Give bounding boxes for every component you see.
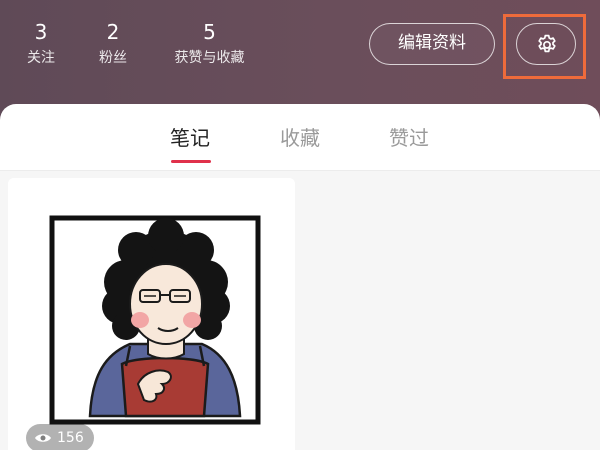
eye-icon: [35, 434, 51, 442]
content-sheet: 笔记 收藏 赞过 156: [0, 104, 600, 450]
fans-count: 2: [106, 20, 120, 44]
profile-stats: 3 关注 2 粉丝 5 获赞与收藏: [0, 18, 360, 88]
tab-bar: 笔记 收藏 赞过: [0, 104, 600, 171]
likes-count: 5: [203, 20, 216, 44]
stat-following[interactable]: 3 关注: [24, 18, 58, 68]
following-count: 3: [34, 20, 48, 44]
tab-liked[interactable]: 赞过: [389, 124, 429, 152]
gear-icon: [538, 34, 556, 53]
view-count: 156: [57, 430, 84, 446]
stat-likes-collects[interactable]: 5 获赞与收藏: [162, 18, 257, 68]
stat-fans[interactable]: 2 粉丝: [96, 18, 130, 68]
likes-label: 获赞与收藏: [174, 50, 245, 66]
tab-notes[interactable]: 笔记: [170, 124, 210, 152]
settings-button[interactable]: [516, 23, 576, 65]
active-tab-indicator: [171, 160, 211, 163]
profile-screen: 3 关注 2 粉丝 5 获赞与收藏 编辑资料 笔记 收藏 赞过 156: [0, 0, 600, 450]
note-cover-image: [8, 178, 295, 450]
note-card[interactable]: 156: [8, 178, 295, 450]
view-count-badge: 156: [26, 424, 94, 450]
tab-collections[interactable]: 收藏: [280, 124, 320, 152]
notes-feed: 156: [0, 171, 600, 450]
edit-profile-button[interactable]: 编辑资料: [369, 23, 495, 65]
following-label: 关注: [27, 50, 55, 66]
fans-label: 粉丝: [99, 50, 127, 66]
